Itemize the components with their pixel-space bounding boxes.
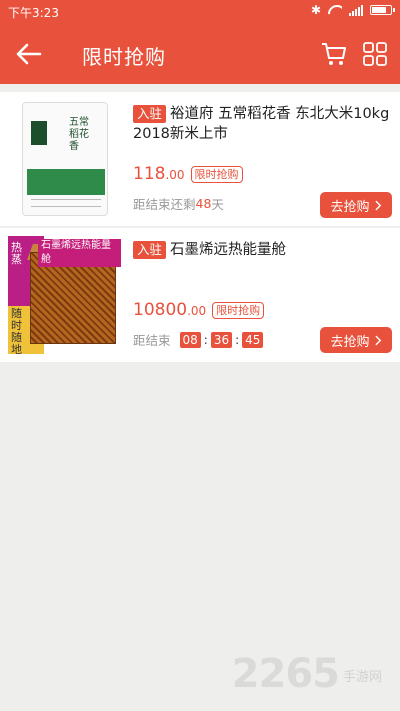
status-bar: 下午3:23 ✱ xyxy=(0,0,400,24)
countdown-hours: 08 xyxy=(179,331,201,348)
product-list: 五常稻花香 入驻 裕道府 五常稻花香 东北大米10kg 2018新米上市 118.… xyxy=(0,92,400,362)
buy-button[interactable]: 去抢购 xyxy=(320,327,392,353)
flash-sale-tag: 限时抢购 xyxy=(190,165,243,183)
remaining-time: 距结束还剩 48 天 xyxy=(133,196,224,212)
bluetooth-icon: ✱ xyxy=(310,3,321,17)
countdown: 距结束 08: 36: 45 xyxy=(133,330,266,349)
chamber-side-top: 热蒸 xyxy=(11,241,22,266)
product-name: 入驻 裕道府 五常稻花香 东北大米10kg 2018新米上市 xyxy=(133,105,390,142)
buy-button[interactable]: 去抢购 xyxy=(320,192,392,218)
chamber-illustration: 石墨烯远热能量舱 热蒸 随时随地 xyxy=(8,236,121,354)
cart-icon xyxy=(322,43,346,65)
grid-button[interactable] xyxy=(362,41,388,67)
price: 118.00 xyxy=(133,164,185,184)
flash-sale-tag: 限时抢购 xyxy=(212,301,265,319)
status-time: 下午3:23 xyxy=(8,6,59,20)
watermark-site: 手游网 xyxy=(342,670,382,685)
signal-icon xyxy=(349,4,363,16)
battery-icon xyxy=(370,5,395,15)
countdown-seconds: 45 xyxy=(242,331,264,348)
rice-bag-illustration: 五常稻花香 xyxy=(22,102,108,216)
price-row: 118.00 限时抢购 xyxy=(133,164,243,184)
cart-button[interactable] xyxy=(320,41,348,67)
product-item-rice[interactable]: 五常稻花香 入驻 裕道府 五常稻花香 东北大米10kg 2018新米上市 118.… xyxy=(0,92,400,226)
price: 10800.00 xyxy=(133,300,207,320)
countdown-minutes: 36 xyxy=(210,331,233,348)
settled-tag: 入驻 xyxy=(133,105,167,123)
grid-icon xyxy=(363,42,387,66)
product-item-chamber[interactable]: 石墨烯远热能量舱 热蒸 随时随地 入驻 石墨烯远热能量舱 10800.00 限时抢… xyxy=(0,228,400,362)
product-info: 入驻 裕道府 五常稻花香 东北大米10kg 2018新米上市 xyxy=(133,104,392,144)
app-bar: 限时抢购 xyxy=(0,24,400,84)
product-info: 入驻 石墨烯远热能量舱 xyxy=(133,240,392,260)
chamber-side-bottom: 随时随地 xyxy=(11,307,22,355)
status-icons: ✱ xyxy=(310,3,395,17)
product-name: 入驻 石墨烯远热能量舱 xyxy=(133,240,392,260)
watermark: 2265 手游网 xyxy=(232,651,382,697)
watermark-number: 2265 xyxy=(231,651,340,697)
settled-tag: 入驻 xyxy=(133,241,167,259)
page-title: 限时抢购 xyxy=(82,45,166,69)
product-image-chamber: 石墨烯远热能量舱 热蒸 随时随地 xyxy=(8,236,121,354)
product-image-rice: 五常稻花香 xyxy=(8,100,121,218)
chamber-banner: 石墨烯远热能量舱 xyxy=(38,239,121,267)
rice-bag-text: 五常稻花香 xyxy=(69,117,89,152)
back-arrow-icon xyxy=(16,43,42,65)
price-row: 10800.00 限时抢购 xyxy=(133,300,265,320)
chevron-right-icon xyxy=(374,200,381,210)
back-button[interactable] xyxy=(14,40,44,68)
wifi-icon xyxy=(328,5,342,16)
chevron-right-icon xyxy=(374,335,381,345)
